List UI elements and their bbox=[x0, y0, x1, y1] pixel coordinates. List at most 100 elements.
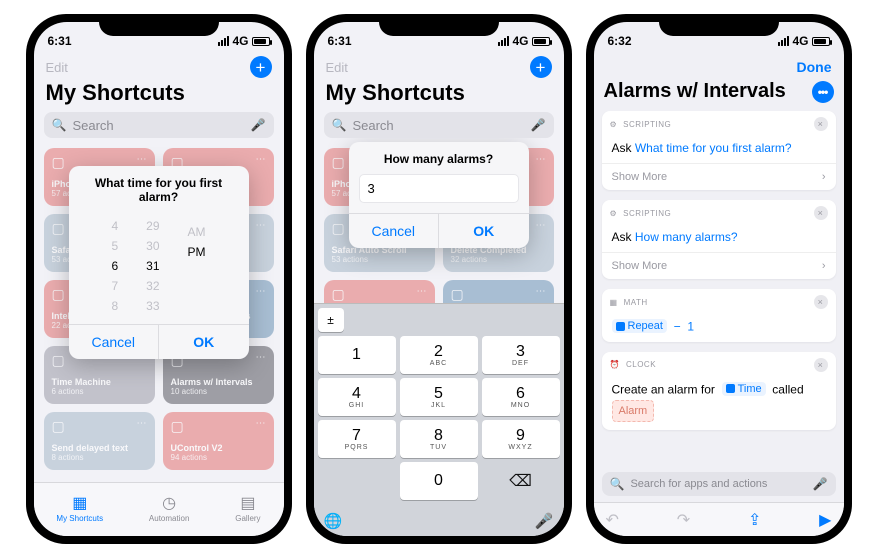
workflow-list[interactable]: ⚙︎SCRIPTING× Ask What time for you first… bbox=[594, 111, 844, 472]
cancel-button[interactable]: Cancel bbox=[349, 214, 440, 248]
keypad-delete[interactable]: ⌫ bbox=[482, 462, 560, 500]
picker-option[interactable]: AM bbox=[188, 222, 206, 242]
card-menu-icon[interactable]: ⋯ bbox=[256, 418, 266, 429]
card-menu-icon[interactable]: ⋯ bbox=[137, 154, 147, 165]
card-menu-icon[interactable]: ⋯ bbox=[137, 418, 147, 429]
more-button[interactable]: ••• bbox=[812, 81, 834, 103]
search-field[interactable]: 🔍 Search 🎤 bbox=[44, 112, 274, 138]
question-token[interactable]: What time for you first alarm? bbox=[635, 141, 792, 155]
run-button[interactable]: ▶ bbox=[819, 510, 831, 530]
keypad-4[interactable]: 4GHI bbox=[318, 378, 396, 416]
show-more-row[interactable]: Show More› bbox=[602, 252, 836, 279]
picker-option[interactable]: PM bbox=[188, 242, 206, 262]
keypad-0[interactable]: 0 bbox=[400, 462, 478, 500]
action-card-ask-time[interactable]: ⚙︎SCRIPTING× Ask What time for you first… bbox=[602, 111, 836, 190]
number-input-dialog: How many alarms? 3 Cancel OK bbox=[349, 142, 529, 248]
card-icon: ▢ bbox=[332, 286, 345, 303]
one-token[interactable]: 1 bbox=[687, 320, 694, 334]
cancel-button[interactable]: Cancel bbox=[69, 325, 160, 359]
remove-action-button[interactable]: × bbox=[814, 358, 828, 372]
action-card-create-alarm[interactable]: ⏰CLOCK× Create an alarm for Time called … bbox=[602, 352, 836, 431]
picker-option[interactable]: 33 bbox=[146, 296, 159, 316]
picker-option[interactable]: 32 bbox=[146, 276, 159, 296]
shortcut-card[interactable]: ▢⋯Send delayed text8 actions bbox=[44, 412, 155, 470]
tab-gallery[interactable]: ▤Gallery bbox=[235, 496, 260, 523]
undo-button[interactable]: ↶ bbox=[606, 510, 619, 530]
show-more-row[interactable]: Show More› bbox=[602, 163, 836, 190]
picker-option[interactable]: 4 bbox=[111, 216, 118, 236]
card-menu-icon[interactable]: ⋯ bbox=[536, 154, 546, 165]
card-menu-icon[interactable]: ⋯ bbox=[256, 220, 266, 231]
card-menu-icon[interactable]: ⋯ bbox=[536, 220, 546, 231]
ok-button[interactable]: OK bbox=[439, 214, 529, 248]
actions-search[interactable]: 🔍 Search for apps and actions 🎤 bbox=[602, 472, 836, 496]
picker-option[interactable] bbox=[188, 262, 206, 268]
shortcut-card[interactable]: ▢⋯EXIF Photo Details5 actions bbox=[443, 280, 554, 303]
remove-action-button[interactable]: × bbox=[814, 206, 828, 220]
shortcut-card[interactable]: ▢⋯UControl V294 actions bbox=[163, 412, 274, 470]
globe-icon[interactable]: 🌐 bbox=[324, 512, 343, 530]
keypad-8[interactable]: 8TUV bbox=[400, 420, 478, 458]
remove-action-button[interactable]: × bbox=[814, 117, 828, 131]
add-shortcut-button[interactable]: + bbox=[530, 56, 552, 78]
picker-hours[interactable]: 45678 bbox=[111, 216, 118, 316]
plus-minus-toggle[interactable]: ± bbox=[318, 308, 344, 332]
picker-option[interactable]: 8 bbox=[111, 296, 118, 316]
mic-icon[interactable]: 🎤 bbox=[251, 118, 266, 132]
edit-button[interactable]: Edit bbox=[326, 60, 348, 75]
shortcut-card[interactable]: ▢⋯Intelligent Power22 actions bbox=[324, 280, 435, 303]
picker-minutes[interactable]: 2930313233 bbox=[146, 216, 159, 316]
picker-option[interactable]: 6 bbox=[111, 256, 118, 276]
keypad-2[interactable]: 2ABC bbox=[400, 336, 478, 374]
repeat-variable[interactable]: Repeat bbox=[612, 319, 667, 333]
keypad-1[interactable]: 1 bbox=[318, 336, 396, 374]
grid-icon: ▦ bbox=[72, 496, 87, 512]
notch bbox=[379, 14, 499, 36]
redo-button[interactable]: ↷ bbox=[677, 510, 690, 530]
picker-option[interactable]: 30 bbox=[146, 236, 159, 256]
card-menu-icon[interactable]: ⋯ bbox=[536, 286, 546, 297]
mic-icon[interactable]: 🎤 bbox=[535, 512, 554, 530]
mic-icon[interactable]: 🎤 bbox=[813, 477, 828, 491]
card-menu-icon[interactable]: ⋯ bbox=[256, 154, 266, 165]
keypad-5[interactable]: 5JKL bbox=[400, 378, 478, 416]
keypad-9[interactable]: 9WXYZ bbox=[482, 420, 560, 458]
notch bbox=[659, 14, 779, 36]
time-variable[interactable]: Time bbox=[722, 382, 766, 396]
ok-button[interactable]: OK bbox=[159, 325, 249, 359]
keypad-3[interactable]: 3DEF bbox=[482, 336, 560, 374]
phone-1: 6:31 4G Edit + My Shortcuts 🔍 Search 🎤 ▢… bbox=[26, 14, 292, 544]
card-menu-icon[interactable]: ⋯ bbox=[256, 352, 266, 363]
card-menu-icon[interactable]: ⋯ bbox=[256, 286, 266, 297]
picker-option[interactable]: 29 bbox=[146, 216, 159, 236]
picker-option[interactable]: 7 bbox=[111, 276, 118, 296]
chevron-right-icon: › bbox=[822, 171, 826, 183]
remove-action-button[interactable]: × bbox=[814, 295, 828, 309]
shortcuts-scroll[interactable]: ▢⋯iPhone Frame57 actions▢⋯Log My Weight5… bbox=[314, 138, 564, 303]
keypad-6[interactable]: 6MNO bbox=[482, 378, 560, 416]
alarm-count-input[interactable]: 3 bbox=[359, 174, 519, 203]
edit-button[interactable]: Edit bbox=[46, 60, 68, 75]
signal-icon bbox=[218, 36, 229, 46]
picker-ampm[interactable]: AMPM bbox=[188, 216, 206, 316]
tab-shortcuts[interactable]: ▦My Shortcuts bbox=[56, 496, 103, 523]
card-menu-icon[interactable]: ⋯ bbox=[417, 286, 427, 297]
share-button[interactable]: ⇪ bbox=[748, 510, 761, 530]
action-card-ask-count[interactable]: ⚙︎SCRIPTING× Ask How many alarms? Show M… bbox=[602, 200, 836, 279]
time-picker[interactable]: 45678 2930313233 AMPM bbox=[69, 212, 249, 324]
search-field[interactable]: 🔍 Search 🎤 bbox=[324, 112, 554, 138]
shortcuts-scroll[interactable]: ▢⋯iPhone Frame57 actions▢⋯Log My Weight5… bbox=[34, 138, 284, 482]
question-token[interactable]: How many alarms? bbox=[635, 230, 738, 244]
page-title: My Shortcuts bbox=[34, 78, 284, 112]
minus-token[interactable]: − bbox=[674, 320, 681, 334]
picker-option[interactable]: 5 bbox=[111, 236, 118, 256]
alarm-name-placeholder[interactable]: Alarm bbox=[612, 400, 655, 422]
done-button[interactable]: Done bbox=[797, 59, 832, 75]
action-card-repeat[interactable]: ▦MATH× Repeat − 1 bbox=[602, 289, 836, 342]
tab-automation[interactable]: ◷Automation bbox=[149, 496, 189, 523]
picker-option[interactable]: 31 bbox=[146, 256, 159, 276]
keypad-7[interactable]: 7PQRS bbox=[318, 420, 396, 458]
add-shortcut-button[interactable]: + bbox=[250, 56, 272, 78]
mic-icon[interactable]: 🎤 bbox=[531, 118, 546, 132]
search-icon: 🔍 bbox=[52, 118, 67, 132]
